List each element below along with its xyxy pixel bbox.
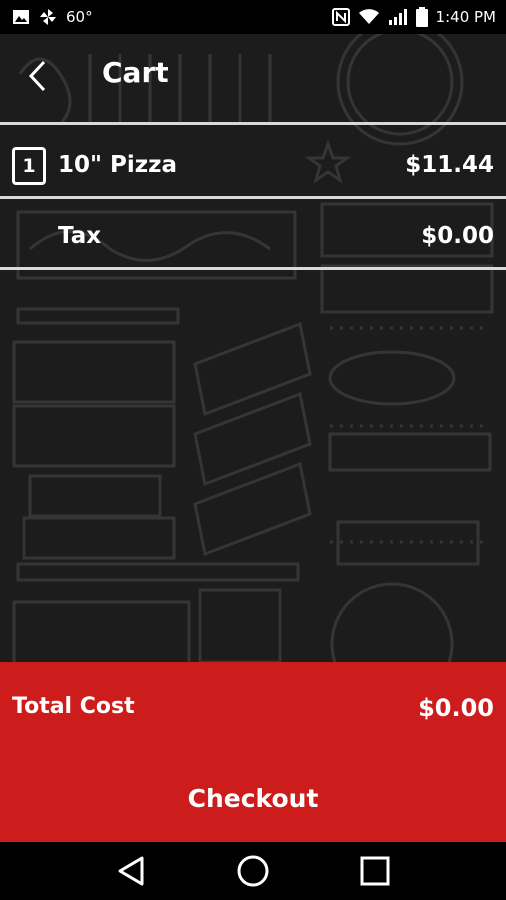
- cart-item-row[interactable]: 1 10" Pizza $11.44: [0, 130, 506, 200]
- nav-home-button[interactable]: [228, 846, 278, 896]
- nav-back-button[interactable]: [106, 846, 156, 896]
- back-button[interactable]: [18, 56, 56, 96]
- signal-icon: [388, 8, 408, 26]
- page-title: Cart: [102, 56, 169, 89]
- battery-icon: [415, 7, 428, 27]
- checkout-button[interactable]: Checkout: [0, 762, 506, 834]
- tax-label: Tax: [58, 223, 102, 249]
- nav-recents-button[interactable]: [350, 846, 400, 896]
- status-right: 1:40 PM: [331, 7, 496, 27]
- divider: [0, 196, 506, 199]
- back-triangle-icon: [118, 856, 144, 886]
- status-left: 60°: [12, 7, 93, 27]
- tax-value: $0.00: [421, 223, 494, 249]
- chevron-left-icon: [28, 60, 46, 92]
- header-bar: Cart: [0, 34, 506, 122]
- status-bar: 60° 1:40 PM: [0, 0, 506, 34]
- temperature-text: 60°: [66, 8, 93, 26]
- time-text: 1:40 PM: [435, 8, 496, 26]
- wifi-icon: [358, 8, 380, 26]
- item-price: $11.44: [405, 152, 494, 178]
- image-icon: [12, 8, 30, 26]
- recents-square-icon: [360, 856, 390, 886]
- checkout-footer: Total Cost $0.00 Checkout: [0, 662, 506, 842]
- quantity-badge[interactable]: 1: [12, 147, 46, 185]
- divider: [0, 122, 506, 125]
- system-nav-bar: [0, 842, 506, 900]
- tax-row: Tax $0.00: [0, 201, 506, 271]
- nfc-icon: [331, 8, 350, 26]
- chalkboard-menu-background: [12, 34, 494, 662]
- total-cost-value: $0.00: [418, 694, 494, 722]
- divider: [0, 267, 506, 270]
- item-name: 10" Pizza: [58, 152, 178, 178]
- home-circle-icon: [237, 855, 269, 887]
- cart-screen: Cart 1 10" Pizza $11.44 Tax $0.00: [0, 34, 506, 662]
- pinwheel-icon: [38, 7, 58, 27]
- total-cost-label: Total Cost: [12, 694, 135, 719]
